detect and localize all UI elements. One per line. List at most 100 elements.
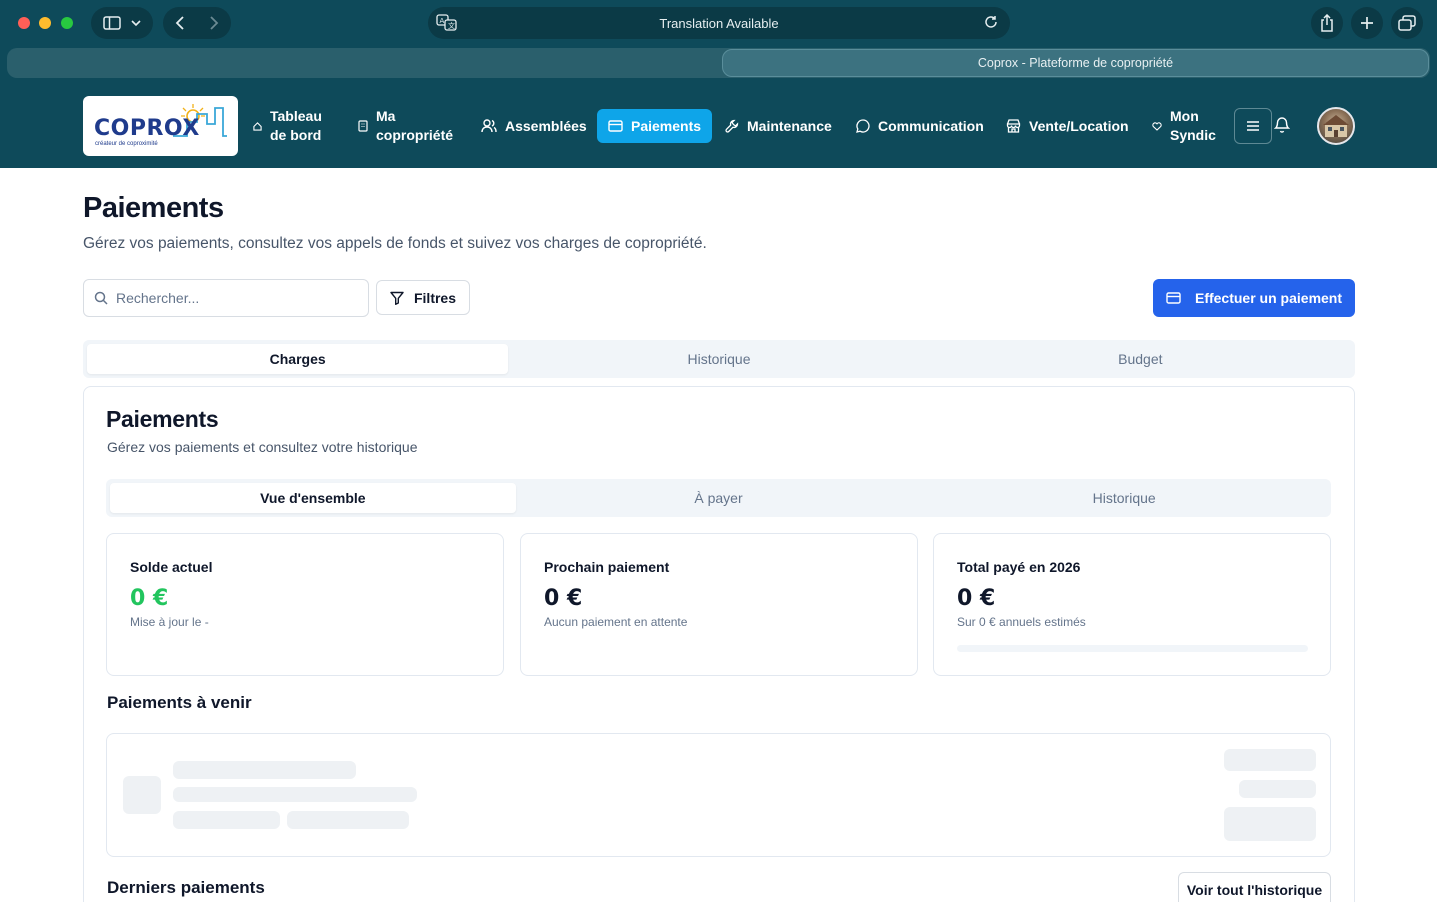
message-circle-icon xyxy=(856,119,870,133)
heart-icon xyxy=(1152,121,1162,131)
minimize-window-button[interactable] xyxy=(39,17,51,29)
sidebar-icon xyxy=(103,16,121,30)
address-text: Translation Available xyxy=(659,15,779,31)
nav-label: Mon xyxy=(1170,108,1199,124)
title-bar: A文 Translation Available xyxy=(0,0,1437,46)
skeleton-avatar xyxy=(123,776,161,814)
share-button[interactable] xyxy=(1311,7,1343,39)
page-subtitle: Gérez vos paiements, consultez vos appel… xyxy=(83,235,707,252)
nav-item-payments[interactable]: Paiements xyxy=(597,109,713,143)
recent-payments-title: Derniers paiements xyxy=(107,878,265,897)
skeleton-line xyxy=(287,811,409,829)
toolbar-right xyxy=(1311,7,1423,39)
nav-item-communication[interactable]: Communication xyxy=(856,109,984,143)
filters-label: Filtres xyxy=(413,289,456,306)
logo-wordmark: COPROX xyxy=(94,116,200,141)
browser-chrome: A文 Translation Available Coprox - Platef… xyxy=(0,0,1437,168)
tab-to-pay[interactable]: À payer xyxy=(516,483,922,513)
card-tabs: Vue d'ensemble À payer Historique xyxy=(106,479,1331,517)
nav-item-assemblies[interactable]: Assemblées xyxy=(481,109,587,143)
credit-card-icon xyxy=(608,120,623,132)
search-field[interactable] xyxy=(83,279,369,317)
tabs-icon xyxy=(1398,15,1416,31)
users-icon xyxy=(481,119,497,133)
make-payment-button[interactable]: Effectuer un paiement xyxy=(1153,279,1355,317)
tab-overview[interactable]: Vue d'ensemble xyxy=(110,483,516,513)
sidebar-toggle-button[interactable] xyxy=(91,7,153,39)
card-subtitle: Gérez vos paiements et consultez votre h… xyxy=(107,439,418,455)
address-bar[interactable]: A文 Translation Available xyxy=(428,7,1010,39)
credit-card-icon xyxy=(1166,292,1181,304)
nav-label: Assemblées xyxy=(505,117,587,134)
upcoming-payments-title: Paiements à venir xyxy=(107,693,252,712)
stat-value: 0 € xyxy=(130,586,169,611)
browser-tab-active[interactable]: Coprox - Plateforme de copropriété xyxy=(722,49,1429,77)
nav-label: de bord xyxy=(270,127,322,143)
forward-icon[interactable] xyxy=(209,16,219,30)
stat-value: 0 € xyxy=(544,586,583,611)
view-history-button[interactable]: Voir tout l'historique xyxy=(1178,872,1331,902)
skeleton-button xyxy=(1224,807,1316,841)
stat-next-payment: Prochain paiement 0 € Aucun paiement en … xyxy=(520,533,918,676)
make-payment-label: Effectuer un paiement xyxy=(1194,290,1343,306)
nav-label: copropriété xyxy=(376,127,454,143)
nav-label: Ma xyxy=(376,108,396,124)
back-icon[interactable] xyxy=(175,16,185,30)
tab-budget[interactable]: Budget xyxy=(930,344,1351,374)
nav-item-dashboard[interactable]: Tableau de bord xyxy=(253,108,322,143)
plus-icon xyxy=(1361,17,1373,29)
nav-item-maintenance[interactable]: Maintenance xyxy=(725,109,832,143)
translate-icon[interactable]: A文 xyxy=(436,14,458,32)
zoom-window-button[interactable] xyxy=(61,17,73,29)
share-icon xyxy=(1321,14,1333,32)
stat-note: Aucun paiement en attente xyxy=(544,615,688,629)
history-nav xyxy=(163,7,231,39)
home-icon xyxy=(253,121,262,131)
svg-text:A: A xyxy=(440,17,445,25)
reload-icon[interactable] xyxy=(984,15,998,29)
stat-total-paid: Total payé en 2026 0 € Sur 0 € annuels e… xyxy=(933,533,1331,676)
tab-history[interactable]: Historique xyxy=(508,344,929,374)
nav-label: Paiements xyxy=(631,117,702,134)
skeleton-line xyxy=(173,787,417,802)
chevron-down-icon xyxy=(131,19,141,26)
stat-label: Solde actuel xyxy=(130,559,213,575)
search-input[interactable] xyxy=(116,290,346,306)
menu-button[interactable] xyxy=(1234,108,1272,144)
browser-tab-title: Coprox - Plateforme de copropriété xyxy=(977,56,1174,70)
svg-text:文: 文 xyxy=(448,21,455,30)
menu-icon xyxy=(1247,121,1259,131)
upcoming-payments-loading xyxy=(106,733,1331,857)
search-icon xyxy=(94,291,108,305)
tab-charges[interactable]: Charges xyxy=(87,344,509,374)
nav-label: Communication xyxy=(878,117,984,134)
card-title: Paiements xyxy=(106,406,219,432)
nav-label: Syndic xyxy=(1170,127,1216,143)
new-tab-button[interactable] xyxy=(1351,7,1383,39)
nav-item-sale-rental[interactable]: Vente/Location xyxy=(1006,109,1129,143)
close-window-button[interactable] xyxy=(18,17,30,29)
nav-label: Maintenance xyxy=(747,117,832,134)
avatar[interactable] xyxy=(1317,107,1355,145)
stat-label: Prochain paiement xyxy=(544,559,670,575)
coprox-logo[interactable]: COPROX créateur de coproximité xyxy=(83,96,238,156)
tab-overview-button[interactable] xyxy=(1391,7,1423,39)
bell-icon[interactable] xyxy=(1274,116,1290,134)
progress-bar xyxy=(957,645,1308,652)
skeleton-line xyxy=(173,811,280,829)
nav-item-my-condo[interactable]: Ma copropriété xyxy=(358,108,454,143)
store-icon xyxy=(1006,119,1021,133)
stat-note: Mise à jour le - xyxy=(130,615,209,629)
stat-label: Total payé en 2026 xyxy=(957,559,1081,575)
main-tabs: Charges Historique Budget xyxy=(83,340,1355,378)
tab-card-history[interactable]: Historique xyxy=(921,483,1327,513)
wrench-icon xyxy=(725,119,739,133)
logo-tagline: créateur de coproximité xyxy=(95,141,158,147)
stat-note: Sur 0 € annuels estimés xyxy=(957,615,1086,629)
skeleton-line xyxy=(1239,780,1316,798)
filters-button[interactable]: Filtres xyxy=(376,280,470,315)
nav-item-my-syndic[interactable]: Mon Syndic xyxy=(1152,108,1216,143)
filter-icon xyxy=(390,291,404,305)
stat-value: 0 € xyxy=(957,586,996,611)
stat-current-balance: Solde actuel 0 € Mise à jour le - xyxy=(106,533,504,676)
